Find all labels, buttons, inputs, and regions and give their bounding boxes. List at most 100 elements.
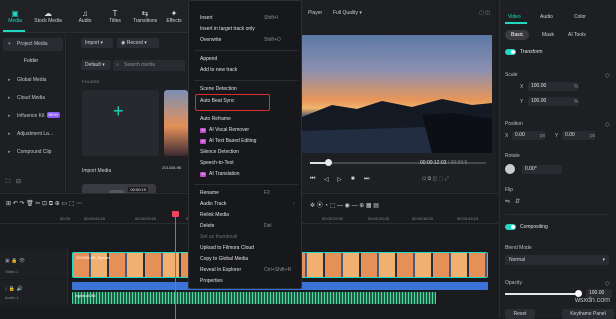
opacity-handle[interactable] [575, 290, 582, 297]
playhead[interactable] [175, 212, 176, 319]
sidebar-item-influence-kit[interactable]: ▸ Influence Kit NEW [3, 110, 63, 123]
scale-y-label: Y [520, 99, 524, 105]
sidebar-item-compound-clip[interactable]: ▸ Compound Clip [3, 146, 63, 159]
scale-x-unit: % [574, 84, 579, 90]
menu-item-upload-cloud[interactable]: Upload to Filmora Cloud [200, 245, 254, 251]
scale-label: Scale [505, 72, 518, 78]
menu-item-speech-to-text[interactable]: Speech-to-Text [200, 160, 234, 166]
new-folder-icon[interactable]: 🗀 ⊟ [5, 177, 21, 187]
menu-item-ai-vocal-remover[interactable]: AI AI Vocal Remover [200, 127, 249, 133]
context-menu: Insert Shift+I Insert in target track on… [188, 0, 302, 289]
chevron-right-icon: ▸ [8, 149, 11, 155]
audio-clip[interactable]: nightcall-96 [72, 292, 436, 304]
folders-heading: FOLDER [82, 79, 100, 84]
opacity-slider[interactable] [505, 293, 581, 295]
search-input[interactable]: ⌕ Search media [113, 60, 185, 71]
scrubber-handle[interactable] [325, 159, 332, 166]
position-label: Position [505, 121, 523, 127]
flip-label: Flip [505, 187, 514, 193]
ai-icon: AI [200, 139, 206, 144]
menu-item-insert-target[interactable]: Insert in target track only [200, 26, 255, 32]
audio-duration: 00:00:19 [128, 187, 148, 192]
pos-y-label: Y [555, 133, 559, 139]
plus-icon: + [113, 101, 124, 121]
track-icons[interactable]: ♪ 🔒 🔊 [5, 286, 23, 292]
properties-panel: Video Audio Color Basic Mask AI Tools Tr… [499, 0, 616, 319]
scale-y-input[interactable]: 100.00 [528, 97, 578, 106]
sort-dropdown[interactable]: Default ▾ [81, 60, 111, 70]
rotate-input[interactable]: 0.00° [522, 165, 562, 174]
tab-stock-media[interactable]: ☁ Stock Media [33, 9, 63, 24]
menu-item-delete[interactable]: Delete [200, 223, 214, 229]
library-sidebar: ▾ Project Media Folder ▸ Global Media ▸ Clo… [0, 34, 66, 192]
sidebar-item-cloud-media[interactable]: ▸ Cloud Media [3, 92, 63, 105]
rotate-dial[interactable] [505, 164, 515, 174]
play-icon[interactable]: ▷ [337, 176, 342, 183]
timeline-right-tools-icon[interactable]: ✲ ⦿ ◔ ⬚ — ◉ — ⊕ ▦ ▤ [310, 200, 379, 209]
menu-item-properties[interactable]: Properties [200, 278, 223, 284]
menu-item-silence-detection[interactable]: Silence Detection [200, 149, 239, 155]
quality-dropdown[interactable]: Full Quality ▾ [333, 10, 362, 16]
subtab-basic[interactable]: Basic [505, 30, 530, 40]
menu-item-ai-text-editing[interactable]: AI AI Text Based Editing [200, 138, 256, 144]
video-thumbnail[interactable] [164, 90, 188, 156]
scale-x-input[interactable]: 100.00 [528, 82, 578, 91]
keyframe-icon[interactable]: ◇ [605, 121, 610, 128]
menu-item-overwrite[interactable]: Overwrite [200, 37, 221, 43]
tab-transitions[interactable]: ⇆ Transitions [130, 9, 160, 24]
compositing-toggle[interactable] [505, 224, 516, 230]
flip-icons[interactable]: ⇋ ⇵ [505, 198, 520, 205]
tab-audio[interactable]: ♫ Audio [73, 9, 97, 24]
timeline-tools-icon[interactable]: ⊞ ↶ ↷ 🗑 ✂ ⊡ ⧉ ⊕ ▭ ⬚ ⋯ [6, 200, 82, 208]
prev-frame-icon[interactable]: ⏮ [310, 176, 315, 183]
sidebar-item-adjustment-layer[interactable]: ▸ Adjustment La... [3, 128, 63, 141]
sidebar-folder[interactable]: Folder [24, 58, 38, 64]
subtab-ai-tools[interactable]: AI Tools [562, 30, 592, 40]
menu-item-rename[interactable]: Rename [200, 190, 219, 196]
step-back-icon[interactable]: ◁ [324, 176, 329, 183]
menu-item-add-new-track[interactable]: Add to new track [200, 67, 237, 73]
menu-item-auto-reframe[interactable]: Auto Reframe [200, 116, 231, 122]
transform-toggle[interactable] [505, 49, 516, 55]
menu-item-copy-global[interactable]: Copy to Global Media [200, 256, 248, 262]
keyframe-icon[interactable]: ◇ [605, 72, 610, 79]
next-frame-icon[interactable]: ⏭ [364, 176, 369, 183]
tab-audio-props[interactable]: Audio [540, 14, 553, 20]
tab-video[interactable]: Video [508, 14, 521, 20]
menu-item-ai-translation[interactable]: AI AI Translation [200, 171, 240, 177]
player-tools-icon[interactable]: ⊡ ⧉ ◫ ⬚ ⤢ [422, 176, 449, 182]
tab-media[interactable]: ▣ Media [3, 9, 27, 24]
scale-x-label: X [520, 84, 524, 90]
new-badge: NEW [46, 112, 60, 118]
menu-item-insert[interactable]: Insert [200, 15, 213, 21]
tab-titles[interactable]: T Titles [103, 9, 127, 24]
playhead-handle[interactable] [172, 211, 179, 217]
track-icons[interactable]: ▣ 🔒 👁 [5, 258, 25, 264]
rotate-label: Rotate [505, 153, 520, 159]
player-panel: Player Full Quality ▾ ▢ ◫ 00:00:12:03 / … [302, 0, 496, 192]
menu-item-relink-media[interactable]: Relink Media [200, 212, 229, 218]
blend-mode-select[interactable]: Normal ▾ [505, 255, 609, 265]
menu-item-scene-detection[interactable]: Scene Detection [200, 86, 237, 92]
tab-color[interactable]: Color [574, 14, 586, 20]
pos-x-unit: px [540, 133, 546, 139]
import-media-tile[interactable]: + [82, 90, 159, 156]
top-toolbar: ▣ Media ☁ Stock Media ♫ Audio T Titles ⇆ Tran… [0, 0, 188, 33]
sidebar-item-project-media[interactable]: ▾ Project Media [3, 38, 63, 51]
import-button[interactable]: Import ▾ [81, 38, 113, 48]
player-label: Player [308, 10, 323, 16]
media-icon: ▣ [11, 9, 19, 18]
record-button[interactable]: ◉ Record ▾ [117, 38, 159, 48]
menu-item-reveal-explorer[interactable]: Reveal In Explorer [200, 267, 241, 273]
keyframe-icon[interactable]: ◇ [605, 280, 610, 287]
snapshot-icon[interactable]: ▢ ◫ [479, 10, 490, 16]
subtab-mask[interactable]: Mask [536, 30, 560, 40]
record-icon: ◉ [121, 40, 126, 46]
stop-icon[interactable]: ■ [351, 176, 355, 182]
menu-item-append[interactable]: Append [200, 56, 217, 62]
tab-effects[interactable]: ✦ Effects [162, 9, 186, 24]
import-media-label: Import Media [82, 168, 112, 174]
menu-item-audio-track[interactable]: Audio Track [200, 201, 226, 207]
text-icon: T [112, 9, 118, 18]
sidebar-item-global-media[interactable]: ▸ Global Media [3, 74, 63, 87]
